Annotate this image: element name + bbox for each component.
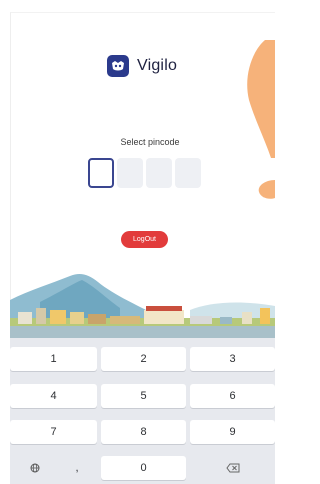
decorative-hand-illustration [247,40,275,199]
pin-digit-1[interactable] [88,158,114,188]
app-name: Vigilo [137,57,178,74]
key-2[interactable]: 2 [101,347,186,371]
numeric-keypad: 1 2 3 4 5 6 7 8 9 , 0 [10,338,275,484]
key-4[interactable]: 4 [10,384,97,408]
key-1[interactable]: 1 [10,347,97,371]
key-8[interactable]: 8 [101,420,186,444]
pin-digit-2[interactable] [117,158,143,188]
pin-input[interactable] [88,158,201,188]
key-6[interactable]: 6 [190,384,275,408]
pin-digit-3[interactable] [146,158,172,188]
city-landscape-illustration [10,274,275,338]
key-9[interactable]: 9 [190,420,275,444]
key-7[interactable]: 7 [10,420,97,444]
globe-icon [30,463,40,473]
pin-label: Select pincode [120,137,180,147]
backspace-icon [226,463,240,473]
pin-digit-4[interactable] [175,158,201,188]
key-comma[interactable]: , [62,456,92,480]
backspace-key[interactable] [210,456,256,480]
vigilo-logo-icon [107,55,129,77]
language-key[interactable] [20,456,50,480]
app-logo: Vigilo [107,55,177,77]
key-3[interactable]: 3 [190,347,275,371]
logout-button[interactable]: LogOut [121,231,168,248]
key-0[interactable]: 0 [101,456,186,480]
key-5[interactable]: 5 [101,384,186,408]
